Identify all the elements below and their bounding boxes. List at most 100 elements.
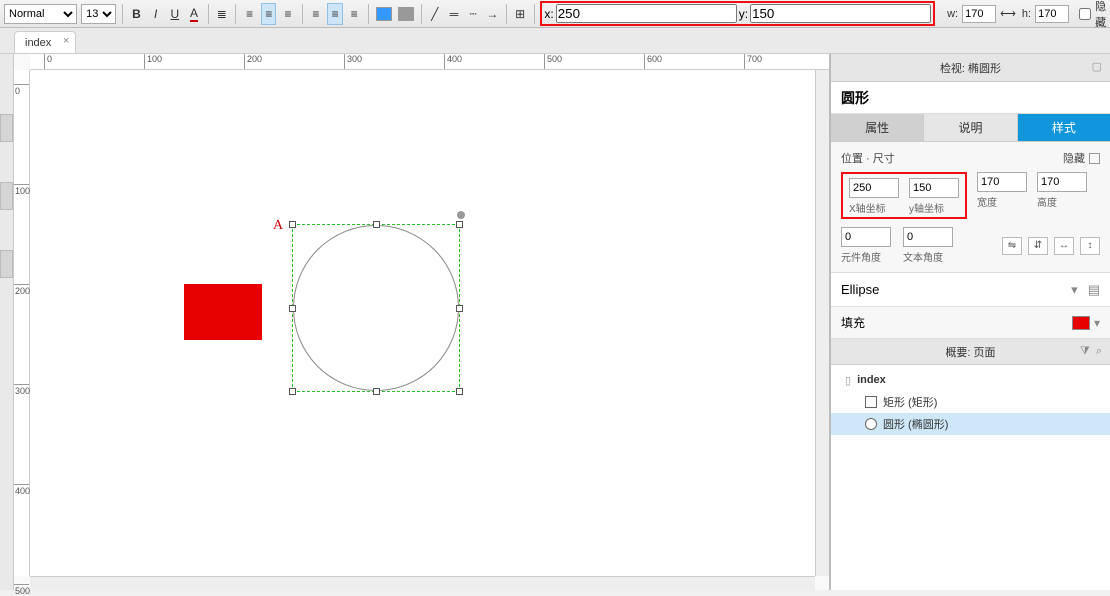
align-right-button[interactable]: ≡ (280, 3, 295, 25)
h-label: h: (1020, 8, 1033, 20)
scrollbar-vertical[interactable] (815, 70, 829, 576)
panel-x-input[interactable] (849, 178, 899, 198)
tab-bar: index × (0, 28, 1110, 54)
hide-checkbox[interactable]: 隐藏 (1079, 0, 1106, 30)
y-input[interactable] (750, 4, 931, 23)
tab-index[interactable]: index × (14, 31, 76, 53)
bullets-button[interactable]: ≣ (214, 3, 229, 25)
separator (208, 4, 209, 24)
x-input[interactable] (556, 4, 737, 23)
fill-color-button[interactable] (375, 3, 393, 25)
shape-type-label: Ellipse (841, 282, 879, 297)
text-color-button[interactable]: A (186, 3, 201, 25)
fill-row[interactable]: 填充 ▾ (831, 307, 1110, 339)
main-area: 0100200300400500600700 0100200300400500 … (0, 54, 1110, 590)
annotation-a: A (273, 218, 283, 234)
w-input[interactable] (962, 5, 996, 23)
valign-bottom-button[interactable]: ≡ (347, 3, 362, 25)
separator (302, 4, 303, 24)
tab-style[interactable]: 样式 (1018, 114, 1110, 141)
filter-icon[interactable]: ⧩ (1080, 345, 1090, 358)
tree-circle-label: 圆形 (椭圆形) (883, 416, 948, 432)
font-size-select[interactable]: 13 (81, 4, 116, 24)
left-palette-sliver (0, 54, 14, 590)
fill-swatch[interactable] (1072, 316, 1090, 330)
xy-highlight: x: y: (540, 1, 935, 26)
auto-height-icon[interactable]: ↕ (1080, 237, 1100, 255)
chevron-down-icon[interactable]: ▾ (1071, 282, 1078, 298)
font-style-select[interactable]: Normal (4, 4, 77, 24)
paste-style-icon[interactable]: ▤ (1088, 282, 1100, 298)
italic-button[interactable]: I (148, 3, 163, 25)
auto-width-icon[interactable]: ↔ (1054, 237, 1074, 255)
lock-aspect-icon[interactable]: ⟷ (998, 7, 1018, 20)
resize-handle-ne[interactable] (456, 221, 463, 228)
rotate-handle[interactable] (457, 211, 465, 219)
selection-box (292, 224, 460, 392)
hide-checkbox-icon[interactable] (1089, 153, 1100, 164)
ellipse-shape[interactable] (293, 225, 459, 391)
panel-y-input[interactable] (909, 178, 959, 198)
close-icon[interactable]: × (63, 35, 69, 47)
resize-handle-w[interactable] (289, 305, 296, 312)
panel-w-label: 宽度 (977, 194, 997, 209)
tree-page-label: index (857, 374, 886, 386)
page-icon: ▯ (845, 374, 851, 387)
shape-type-row[interactable]: Ellipse ▾ ▤ (831, 273, 1110, 307)
chevron-down-icon[interactable]: ▾ (1094, 316, 1100, 330)
tree-circle-item[interactable]: 圆形 (椭圆形) (831, 413, 1110, 435)
palette-handle[interactable] (0, 250, 13, 278)
scrollbar-horizontal[interactable] (30, 576, 815, 590)
h-input[interactable] (1035, 5, 1069, 23)
hide-option[interactable]: 隐藏 (1063, 150, 1100, 166)
w-label: w: (945, 8, 960, 20)
hide-check-input[interactable] (1079, 8, 1091, 20)
resize-handle-n[interactable] (373, 221, 380, 228)
panel-y-label: y轴坐标 (909, 200, 944, 215)
flip-horizontal-icon[interactable]: ⇋ (1002, 237, 1022, 255)
bold-button[interactable]: B (129, 3, 144, 25)
tree-rect-item[interactable]: 矩形 (矩形) (831, 391, 1110, 413)
underline-button[interactable]: U (167, 3, 182, 25)
separator (235, 4, 236, 24)
palette-handle[interactable] (0, 114, 13, 142)
canvas[interactable]: A (30, 70, 815, 576)
resize-handle-sw[interactable] (289, 388, 296, 395)
flip-vertical-icon[interactable]: ⇵ (1028, 237, 1048, 255)
line-style-button[interactable]: ┄ (466, 3, 481, 25)
panel-w-input[interactable] (977, 172, 1027, 192)
line-width-button[interactable]: ═ (446, 3, 461, 25)
align-center-button[interactable]: ≡ (261, 3, 276, 25)
hide-label: 隐藏 (1095, 0, 1106, 30)
separator (506, 4, 507, 24)
separator (368, 4, 369, 24)
panel-rotation-input[interactable] (841, 227, 891, 247)
y-label: y: (739, 7, 748, 21)
valign-middle-button[interactable]: ≡ (327, 3, 342, 25)
outer-shadow-button[interactable] (397, 3, 415, 25)
panel-x-label: X轴坐标 (849, 200, 886, 215)
tab-properties[interactable]: 属性 (831, 114, 924, 141)
search-icon[interactable]: ⌕ (1096, 345, 1102, 358)
resize-handle-se[interactable] (456, 388, 463, 395)
resize-handle-nw[interactable] (289, 221, 296, 228)
panel-h-input[interactable] (1037, 172, 1087, 192)
page-icon[interactable]: ▢ (1092, 60, 1102, 73)
tab-notes[interactable]: 说明 (924, 114, 1017, 141)
panel-text-rotation-input[interactable] (903, 227, 953, 247)
arrow-style-button[interactable]: → (485, 3, 500, 25)
align-left-button[interactable]: ≡ (242, 3, 257, 25)
line-color-button[interactable]: ╱ (427, 3, 442, 25)
valign-top-button[interactable]: ≡ (308, 3, 323, 25)
resize-handle-s[interactable] (373, 388, 380, 395)
ruler-vertical: 0100200300400500 (14, 70, 30, 576)
xy-highlight-box: X轴坐标 y轴坐标 (841, 172, 967, 219)
tree-page-item[interactable]: ▯ index (831, 369, 1110, 391)
resize-handle-e[interactable] (456, 305, 463, 312)
align-tools-button[interactable]: ⊞ (513, 3, 528, 25)
red-rectangle-shape[interactable] (184, 284, 262, 340)
panel-rotation-label: 元件角度 (841, 249, 881, 264)
palette-handle[interactable] (0, 182, 13, 210)
selection-title: 圆形 (831, 82, 1110, 114)
circle-icon (865, 418, 877, 430)
